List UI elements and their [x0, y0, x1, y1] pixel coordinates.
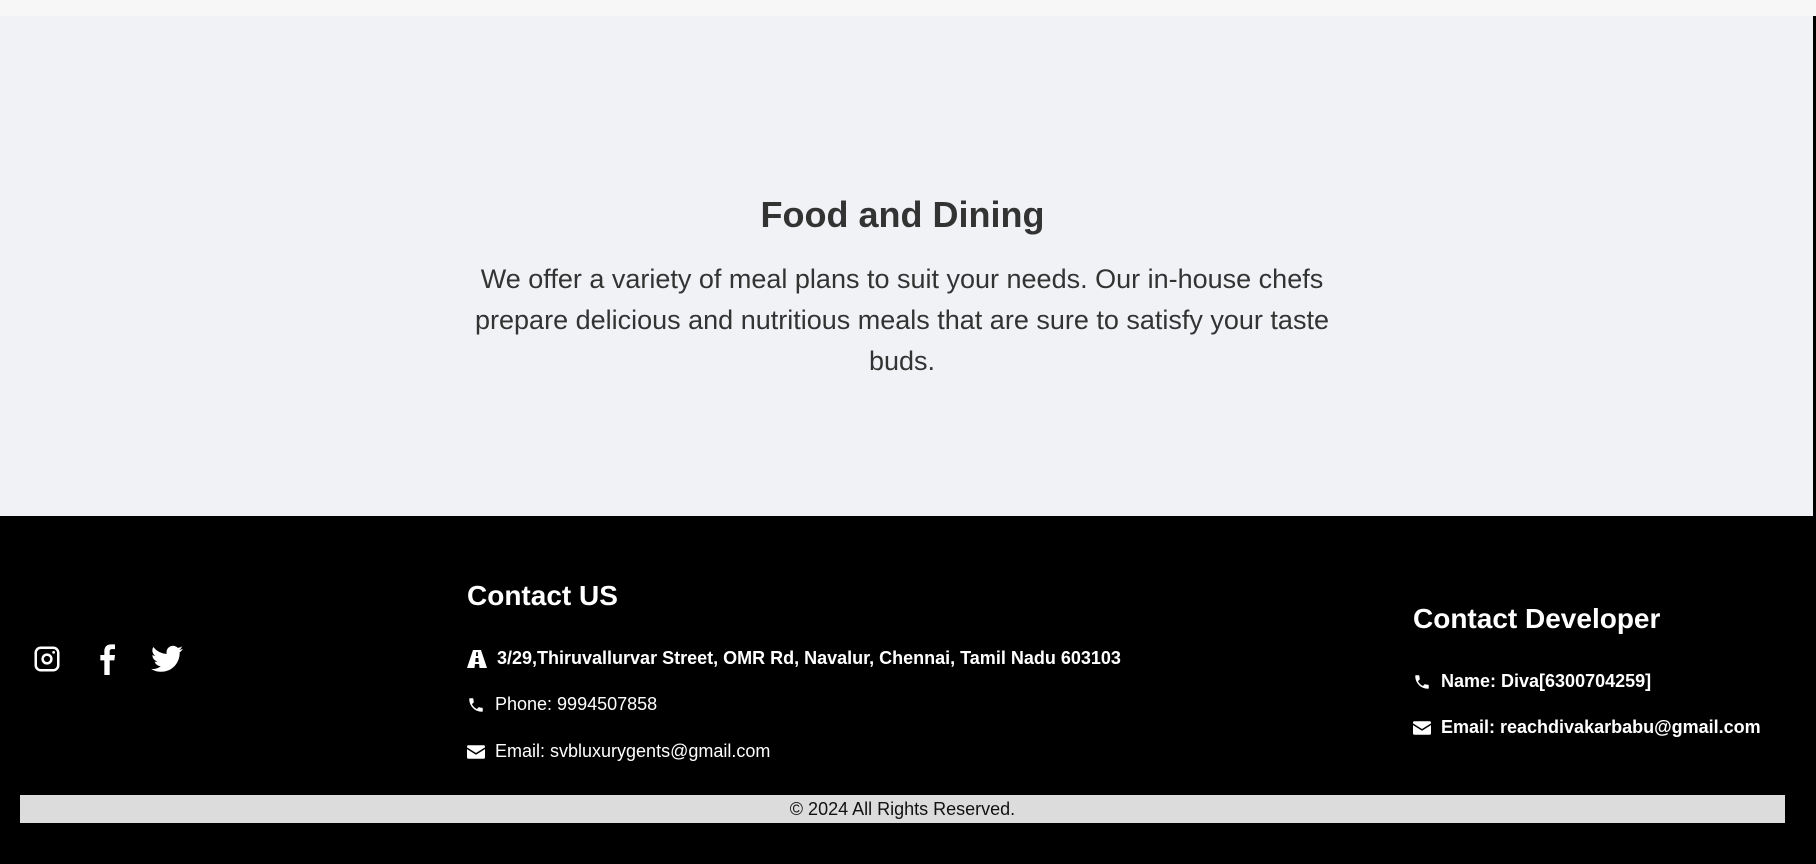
footer: Contact US 3/29,Thiruvallurvar Street, O… [0, 516, 1816, 864]
email-link[interactable]: Email: svbluxurygents@gmail.com [495, 741, 770, 762]
developer-email-link[interactable]: Email: reachdivakarbabu@gmail.com [1441, 717, 1761, 738]
road-icon [467, 649, 487, 668]
section-title: Food and Dining [760, 194, 1045, 235]
contact-developer: Contact Developer Name: Diva[6300704259]… [1413, 603, 1761, 737]
contact-us: Contact US 3/29,Thiruvallurvar Street, O… [467, 580, 1121, 761]
page: Food and Dining We offer a variety of me… [0, 0, 1816, 864]
copyright-bar: © 2024 All Rights Reserved. [20, 795, 1785, 823]
envelope-icon [1413, 720, 1431, 735]
developer-name-text: Name: Diva[6300704259] [1441, 671, 1652, 691]
developer-name-row: Name: Diva[6300704259] [1413, 671, 1651, 692]
address-row: 3/29,Thiruvallurvar Street, OMR Rd, Nava… [467, 648, 1121, 669]
twitter-icon[interactable] [150, 642, 184, 676]
section-description: We offer a variety of meal plans to suit… [475, 264, 1329, 376]
contact-developer-heading: Contact Developer [1413, 603, 1661, 634]
instagram-icon[interactable] [30, 642, 64, 676]
phone-icon [469, 697, 483, 712]
phone-text: Phone: 9994507858 [495, 694, 658, 714]
envelope-icon [467, 744, 485, 759]
phone-icon [1415, 674, 1429, 689]
developer-email-row: Email: reachdivakarbabu@gmail.com [1413, 717, 1761, 738]
food-dining-section: Food and Dining We offer a variety of me… [0, 16, 1813, 516]
phone-row: Phone: 9994507858 [467, 694, 657, 715]
facebook-icon[interactable] [90, 642, 124, 676]
contact-us-heading: Contact US [467, 580, 618, 611]
address-text: 3/29,Thiruvallurvar Street, OMR Rd, Nava… [497, 648, 1121, 668]
email-row: Email: svbluxurygents@gmail.com [467, 741, 770, 762]
top-strip [0, 0, 1816, 16]
